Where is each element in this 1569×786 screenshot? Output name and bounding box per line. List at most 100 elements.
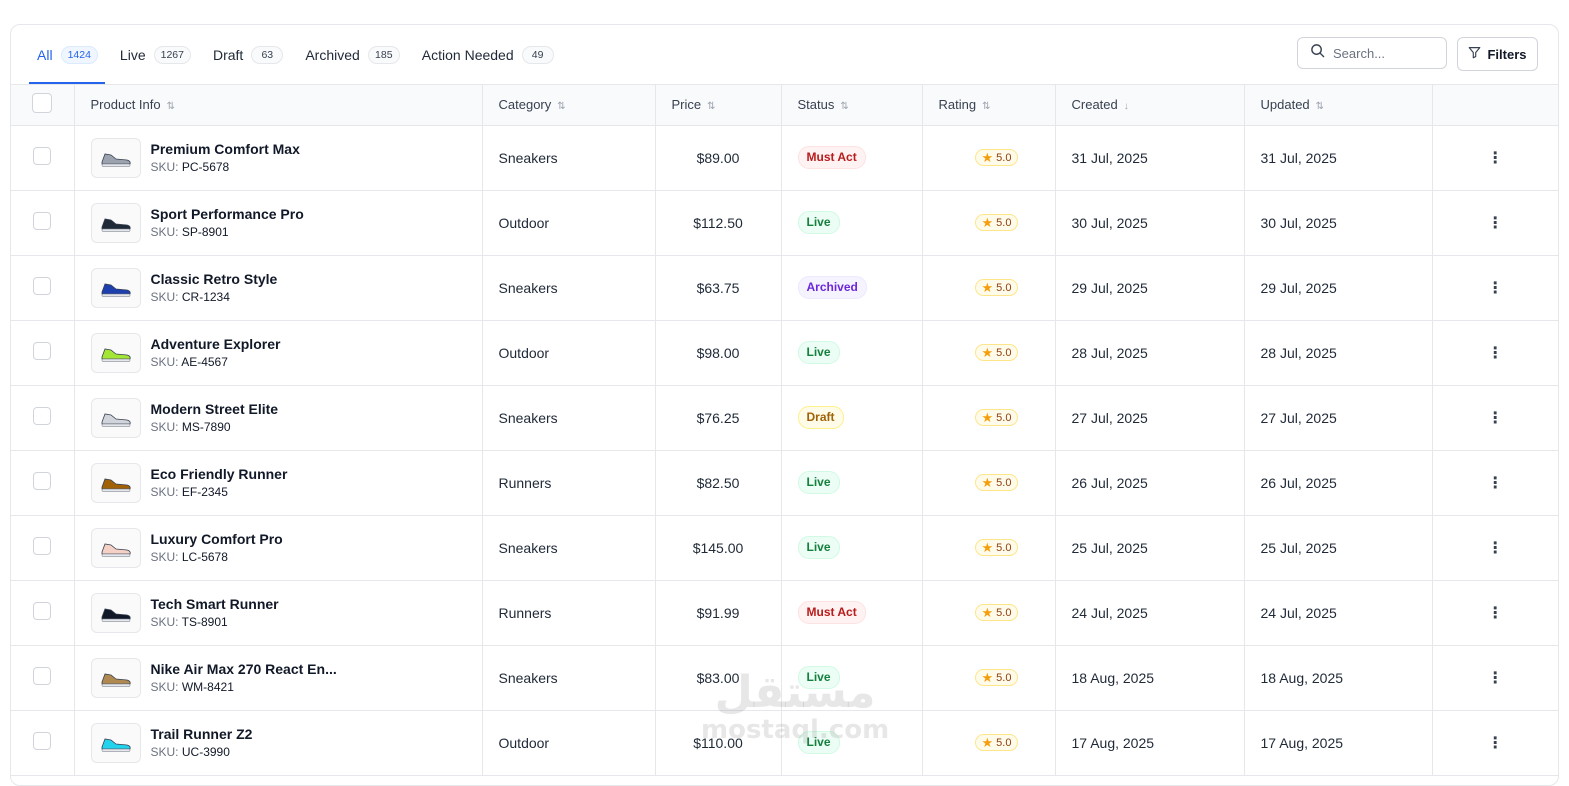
sku-value: SP-8901 bbox=[181, 225, 229, 239]
status-cell: Archived bbox=[781, 255, 923, 321]
row-actions-menu-icon[interactable]: ⋮ bbox=[1432, 320, 1558, 386]
price-cell: $63.75 bbox=[655, 255, 782, 321]
category-cell: Runners bbox=[482, 450, 656, 516]
row-checkbox[interactable] bbox=[33, 212, 52, 230]
product-cell: Premium Comfort Max SKU: PC-5678 bbox=[74, 125, 483, 191]
product-name[interactable]: Adventure Explorer bbox=[151, 336, 281, 352]
tab-action-needed[interactable]: Action Needed 49 bbox=[422, 45, 554, 65]
star-icon: ★ bbox=[981, 150, 994, 165]
product-name[interactable]: Classic Retro Style bbox=[151, 271, 278, 287]
tab-live[interactable]: Live 1267 bbox=[120, 45, 191, 65]
row-checkbox[interactable] bbox=[33, 147, 52, 165]
category-cell: Sneakers bbox=[482, 385, 656, 451]
status-badge: Live bbox=[797, 666, 840, 689]
row-checkbox[interactable] bbox=[33, 537, 52, 555]
tab-all[interactable]: All 1424 bbox=[37, 45, 98, 65]
row-actions-menu-icon[interactable]: ⋮ bbox=[1432, 190, 1558, 256]
row-actions-menu-icon[interactable]: ⋮ bbox=[1432, 125, 1558, 191]
table-row[interactable]: Luxury Comfort Pro SKU: LC-5678 Sneakers $1… bbox=[11, 515, 1558, 581]
product-name[interactable]: Modern Street Elite bbox=[151, 401, 279, 417]
row-actions-menu-icon[interactable]: ⋮ bbox=[1432, 515, 1558, 581]
select-all-checkbox[interactable] bbox=[32, 93, 53, 114]
column-header-actions bbox=[1432, 85, 1558, 126]
tab-label: Draft bbox=[212, 47, 244, 63]
row-actions-menu-icon[interactable]: ⋮ bbox=[1432, 450, 1558, 516]
column-label: Updated bbox=[1260, 97, 1310, 113]
column-header-updated[interactable]: Updated ⇅ bbox=[1244, 85, 1433, 126]
row-actions-menu-icon[interactable]: ⋮ bbox=[1432, 385, 1558, 451]
search-input[interactable] bbox=[1331, 44, 1445, 62]
star-icon: ★ bbox=[981, 280, 994, 295]
tab-label: Action Needed bbox=[421, 47, 514, 63]
column-header-status[interactable]: Status ⇅ bbox=[781, 85, 923, 126]
shoe-icon bbox=[101, 608, 131, 622]
column-label: Product Info bbox=[90, 97, 161, 113]
category-cell: Sneakers bbox=[482, 645, 656, 711]
column-header-created[interactable]: Created ↓ bbox=[1055, 85, 1245, 126]
category-cell: Sneakers bbox=[482, 515, 656, 581]
table-row[interactable]: Eco Friendly Runner SKU: EF-2345 Runners $8… bbox=[11, 450, 1558, 516]
row-checkbox[interactable] bbox=[33, 342, 52, 360]
sort-icon: ⇅ bbox=[840, 101, 849, 113]
sku-prefix: SKU: bbox=[150, 420, 179, 434]
product-name[interactable]: Premium Comfort Max bbox=[151, 141, 300, 157]
sku-prefix: SKU: bbox=[150, 290, 179, 304]
sku-value: EF-2345 bbox=[181, 485, 228, 499]
product-name[interactable]: Sport Performance Pro bbox=[151, 206, 304, 222]
product-name[interactable]: Trail Runner Z2 bbox=[151, 726, 253, 742]
row-actions-menu-icon[interactable]: ⋮ bbox=[1432, 645, 1558, 711]
row-checkbox[interactable] bbox=[33, 732, 52, 750]
status-cell: Must Act bbox=[781, 125, 923, 191]
table-row[interactable]: Trail Runner Z2 SKU: UC-3990 Outdoor $110.0… bbox=[11, 710, 1558, 776]
table-row[interactable]: Adventure Explorer SKU: AE-4567 Outdoor $98… bbox=[11, 320, 1558, 386]
rating-badge: ★ 5.0 bbox=[974, 279, 1019, 296]
filters-button[interactable]: Filters bbox=[1457, 37, 1538, 71]
table-row[interactable]: Nike Air Max 270 React En... SKU: WM-8421… bbox=[11, 645, 1558, 711]
sort-desc-icon: ↓ bbox=[1123, 101, 1129, 113]
price-cell: $112.50 bbox=[655, 190, 782, 256]
created-cell: 28 Jul, 2025 bbox=[1055, 320, 1245, 386]
search-icon bbox=[1310, 43, 1325, 63]
table-row[interactable]: Modern Street Elite SKU: MS-7890 Sneakers $… bbox=[11, 385, 1558, 451]
product-name[interactable]: Nike Air Max 270 React En... bbox=[151, 661, 337, 677]
products-table: Product Info ⇅ Category ⇅ Price ⇅ Status ⇅ R… bbox=[11, 85, 1558, 776]
table-row[interactable]: Classic Retro Style SKU: CR-1234 Sneakers $… bbox=[11, 255, 1558, 321]
filters-label: Filters bbox=[1487, 46, 1527, 62]
sku-prefix: SKU: bbox=[150, 355, 179, 369]
column-header-product[interactable]: Product Info ⇅ bbox=[74, 85, 483, 126]
tab-draft[interactable]: Draft 63 bbox=[212, 45, 284, 65]
sku-value: UC-3990 bbox=[181, 745, 230, 759]
column-header-category[interactable]: Category ⇅ bbox=[482, 85, 656, 126]
product-thumbnail bbox=[90, 332, 141, 373]
rating-value: 5.0 bbox=[996, 606, 1012, 619]
rating-value: 5.0 bbox=[996, 671, 1012, 684]
sku-prefix: SKU: bbox=[150, 160, 179, 174]
row-actions-menu-icon[interactable]: ⋮ bbox=[1432, 255, 1558, 321]
price-cell: $83.00 bbox=[655, 645, 782, 711]
table-row[interactable]: Sport Performance Pro SKU: SP-8901 Outdoor… bbox=[11, 190, 1558, 256]
star-icon: ★ bbox=[981, 475, 994, 490]
row-checkbox[interactable] bbox=[33, 602, 52, 620]
column-header-price[interactable]: Price ⇅ bbox=[655, 85, 782, 126]
star-icon: ★ bbox=[981, 215, 994, 230]
tab-archived[interactable]: Archived 185 bbox=[305, 45, 400, 65]
status-tabs: All 1424 Live 1267 Draft 63 Archived 185 Action … bbox=[37, 45, 554, 65]
row-checkbox[interactable] bbox=[33, 277, 52, 295]
product-thumbnail bbox=[90, 137, 141, 178]
row-actions-menu-icon[interactable]: ⋮ bbox=[1432, 580, 1558, 646]
column-header-rating[interactable]: Rating ⇅ bbox=[922, 85, 1056, 126]
product-name[interactable]: Eco Friendly Runner bbox=[151, 466, 288, 482]
sort-icon: ⇅ bbox=[557, 101, 566, 113]
category-cell: Outdoor bbox=[482, 190, 656, 256]
product-name[interactable]: Tech Smart Runner bbox=[151, 596, 279, 612]
table-row[interactable]: Premium Comfort Max SKU: PC-5678 Sneakers $… bbox=[11, 125, 1558, 191]
row-checkbox[interactable] bbox=[33, 667, 52, 685]
row-checkbox[interactable] bbox=[33, 472, 52, 490]
search-box[interactable] bbox=[1297, 37, 1447, 69]
row-actions-menu-icon[interactable]: ⋮ bbox=[1432, 710, 1558, 776]
product-cell: Sport Performance Pro SKU: SP-8901 bbox=[74, 190, 483, 256]
table-row[interactable]: Tech Smart Runner SKU: TS-8901 Runners $91.… bbox=[11, 580, 1558, 646]
row-checkbox[interactable] bbox=[33, 407, 52, 425]
product-name[interactable]: Luxury Comfort Pro bbox=[151, 531, 283, 547]
product-cell: Eco Friendly Runner SKU: EF-2345 bbox=[74, 450, 483, 516]
